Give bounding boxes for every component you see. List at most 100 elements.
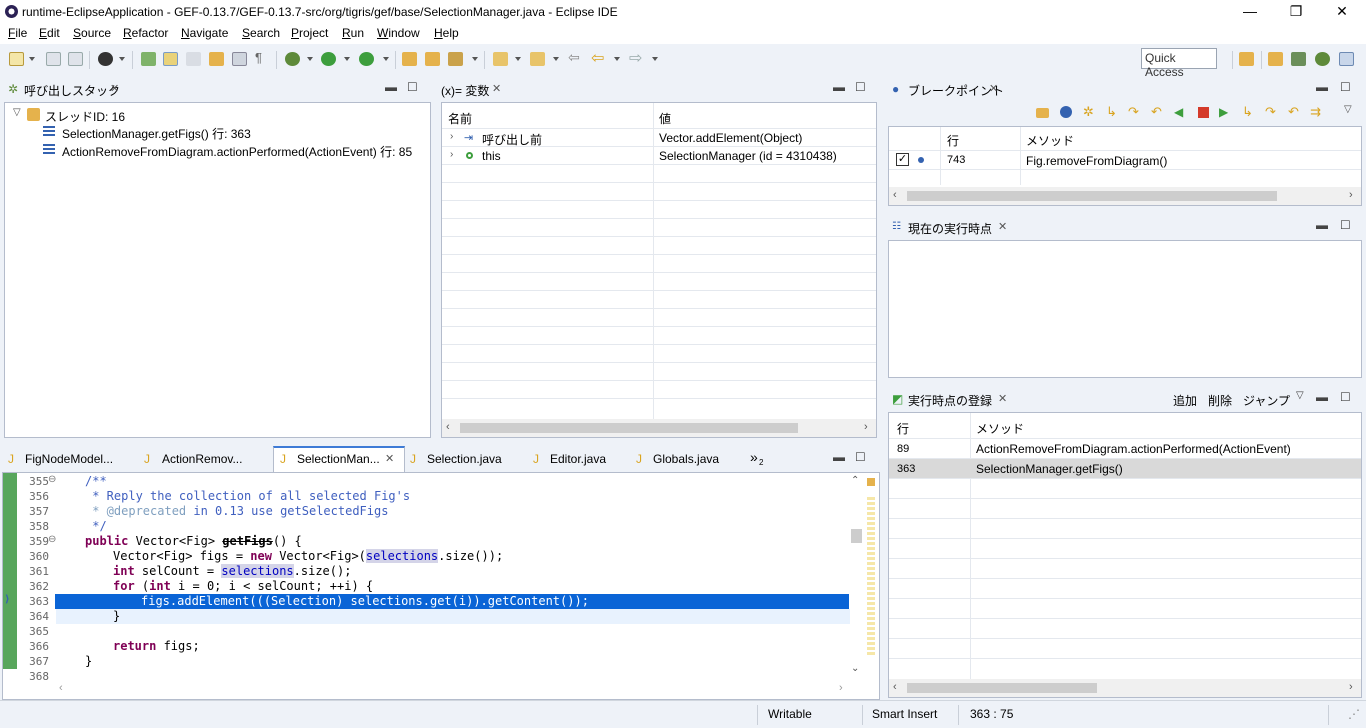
search-icon[interactable] [448,52,463,66]
code-line[interactable]: int selCount = selections.size(); [113,564,351,578]
jump-button[interactable]: ジャンプ [1243,392,1290,409]
skip-icon[interactable] [186,52,201,66]
mark-occurrences-icon[interactable] [163,52,178,66]
maximize-view-icon[interactable]: ☐ [1340,218,1351,232]
menu-navigate[interactable]: Navigate [181,26,228,40]
minimize-view-icon[interactable]: ▬ [1316,218,1328,232]
scroll-down-icon[interactable]: ⌄ [851,663,859,674]
variable-value-0[interactable]: Vector.addElement(Object) [659,131,802,145]
editor-tab-3[interactable]: Selection.java [427,452,502,466]
code-line[interactable]: Vector<Fig> figs = new Vector<Fig>(selec… [113,549,503,563]
link-icon[interactable]: ⇉ [1310,104,1321,120]
menu-run[interactable]: Run [342,26,364,40]
chevron-down-icon[interactable] [614,57,620,61]
debug-icon[interactable] [285,52,300,66]
menu-project[interactable]: Project [291,26,328,40]
variable-name-1[interactable]: this [482,149,501,163]
editor-tab-2[interactable]: SelectionMan... [297,452,380,466]
code-line[interactable]: * @deprecated in 0.13 use getSelectedFig… [85,504,388,518]
breakpoint-checkbox[interactable]: ✓ [896,153,909,166]
maximize-view-icon[interactable]: ☐ [855,80,866,94]
quick-access-input[interactable]: Quick Access [1141,48,1217,79]
open-perspective-icon[interactable] [1239,52,1254,66]
column-header-line[interactable]: 行 [947,132,959,149]
close-icon[interactable]: ✕ [492,82,501,95]
minimize-view-icon[interactable]: ▬ [833,80,845,94]
close-icon[interactable]: ✕ [998,220,1007,233]
debug-perspective-icon[interactable] [1315,52,1330,66]
close-icon[interactable]: ✕ [110,82,119,95]
code-line[interactable]: public Vector<Fig> getFigs() { [85,534,302,548]
restore-button[interactable]: ❐ [1273,0,1319,24]
tab-call-stack[interactable]: 呼び出しスタック [24,82,120,99]
chevron-down-icon[interactable] [383,57,389,61]
minimize-view-icon[interactable]: ▬ [833,450,845,464]
run-to-line-icon[interactable]: ↳ [1242,104,1253,120]
drop-frame-icon[interactable]: ↷ [1265,104,1276,120]
column-header-value[interactable]: 値 [659,110,671,127]
new-icon[interactable] [9,52,24,66]
editor-tab-5[interactable]: Globals.java [653,452,719,466]
run-icon[interactable] [321,52,336,66]
registered-method-1[interactable]: SelectionManager.getFigs() [976,462,1123,476]
chevron-down-icon[interactable] [29,57,35,61]
open-type-icon[interactable] [402,52,417,66]
tab-current-point[interactable]: 現在の実行時点 [908,220,992,237]
code-line-current[interactable]: figs.addElement(((Selection) selections.… [141,594,589,608]
scroll-right-icon[interactable]: › [864,421,868,433]
step-over-icon[interactable]: ↷ [1128,104,1139,120]
tab-registered-points[interactable]: 実行時点の登録 [908,392,992,409]
column-header-method[interactable]: メソッド [976,420,1024,437]
minimize-view-icon[interactable]: ▬ [385,80,397,94]
back-icon[interactable]: ⇦ [591,48,606,67]
chevron-down-icon[interactable] [553,57,559,61]
code-line[interactable]: } [85,654,92,668]
scrollbar-thumb[interactable] [460,423,798,433]
scroll-left-icon[interactable]: ‹ [893,189,897,201]
code-line[interactable]: for (int i = 0; i < selCount; ++i) { [113,579,373,593]
overview-ruler-marker[interactable] [867,478,875,486]
menu-source[interactable]: Source [73,26,111,40]
tab-overflow-button[interactable]: » [750,449,758,465]
resume-icon[interactable]: ▶ [1219,105,1228,119]
scroll-left-icon[interactable]: ‹ [893,681,897,693]
delete-button[interactable]: 削除 [1208,392,1232,409]
close-icon[interactable]: ✕ [385,452,394,465]
fold-icon[interactable]: ⊖ [48,534,56,545]
editor-tab-4[interactable]: Editor.java [550,452,606,466]
stack-frame-1[interactable]: ActionRemoveFromDiagram.actionPerformed(… [62,143,412,160]
close-button[interactable]: ✕ [1319,0,1365,24]
minimize-button[interactable]: — [1227,0,1273,24]
code-line[interactable]: /** [85,474,107,488]
scroll-left-icon[interactable]: ‹ [446,421,450,433]
resize-grip-icon[interactable]: ⋰ [1348,707,1360,721]
view-menu-icon[interactable]: ▽ [1344,104,1352,115]
scrollbar-thumb[interactable] [907,191,1277,201]
step-back-icon[interactable]: ◀ [1174,105,1183,119]
profile-icon[interactable] [98,52,113,66]
chevron-down-icon[interactable] [344,57,350,61]
column-header-name[interactable]: 名前 [448,110,472,127]
last-edit-icon[interactable]: ⇦ [568,49,583,65]
view-menu-icon[interactable]: ▽ [1296,390,1304,401]
chevron-down-icon[interactable] [119,57,125,61]
breakpoint-icon[interactable] [1060,106,1072,118]
step-return-icon[interactable]: ↶ [1151,104,1162,120]
column-header-method[interactable]: メソッド [1026,132,1074,149]
stack-frame-0[interactable]: SelectionManager.getFigs() 行: 363 [62,125,251,142]
add-button[interactable]: 追加 [1173,392,1197,409]
chevron-down-icon[interactable] [472,57,478,61]
registered-line-0[interactable]: 89 [897,443,909,455]
tab-variables[interactable]: (x)= 変数 [441,82,489,99]
scroll-left-icon[interactable]: ‹ [59,682,63,694]
chevron-down-icon[interactable] [652,57,658,61]
code-line[interactable]: } [113,609,120,623]
variable-name-0[interactable]: 呼び出し前 [482,131,542,148]
scroll-up-icon[interactable]: ⌃ [851,475,859,486]
status-insert-mode[interactable]: Smart Insert [872,707,937,721]
next-annotation-icon[interactable] [493,52,508,66]
open-task-icon[interactable] [425,52,440,66]
plugin-perspective-icon[interactable] [1291,52,1306,66]
forward-icon[interactable]: ⇨ [629,48,644,67]
code-line[interactable]: */ [85,519,106,533]
